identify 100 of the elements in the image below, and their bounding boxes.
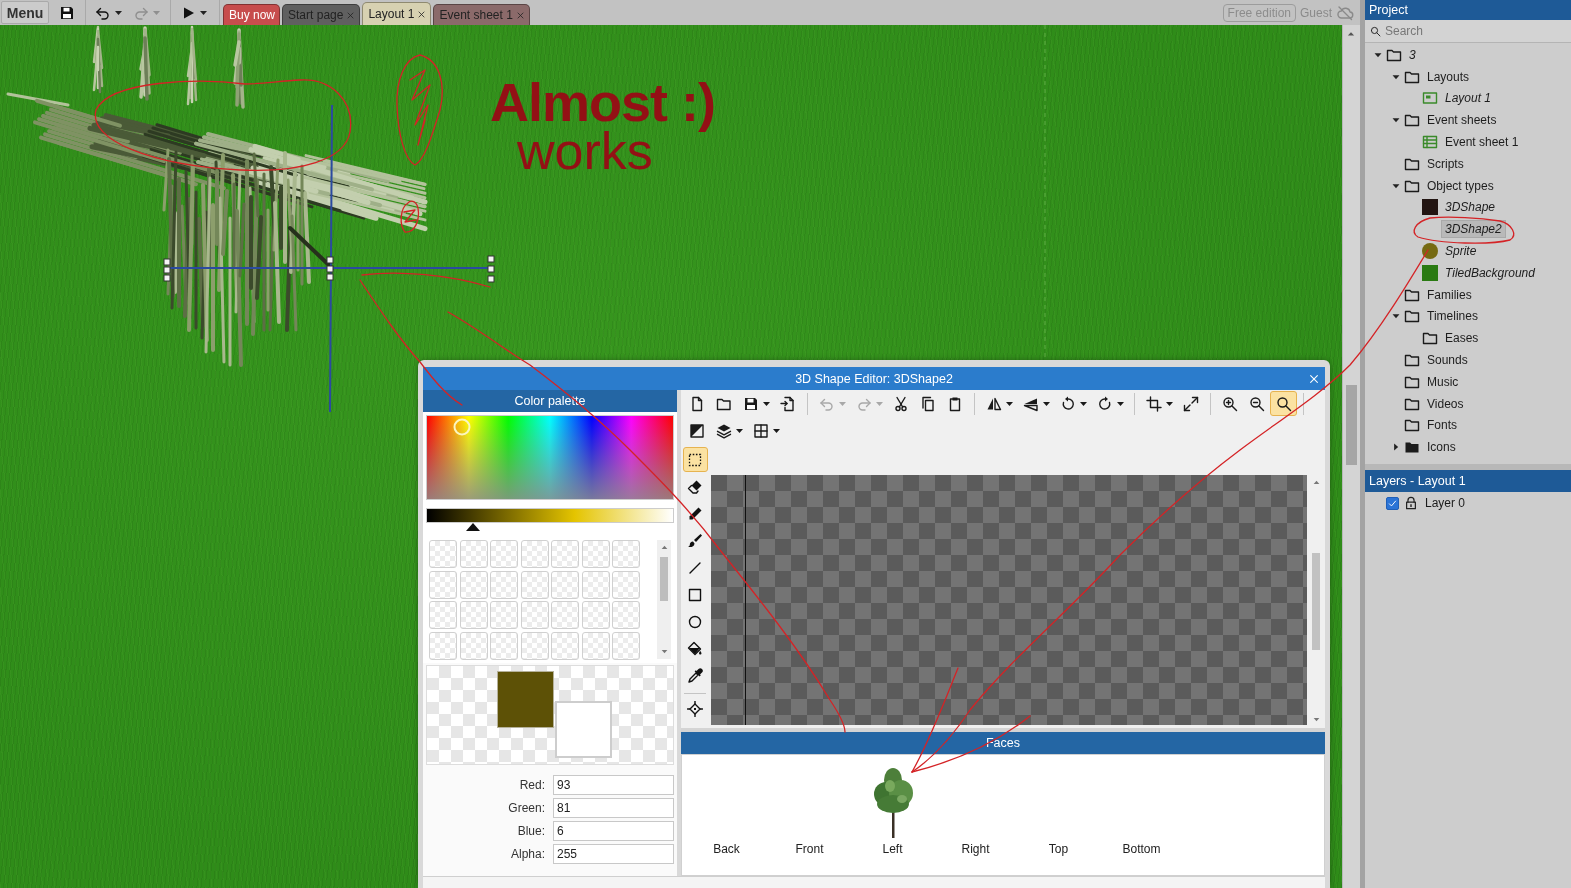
caret-icon[interactable] — [114, 10, 122, 15]
scrollbar-thumb[interactable] — [1346, 385, 1357, 465]
tree-item[interactable]: Fonts — [1423, 416, 1461, 435]
zoom-fit-button[interactable] — [1270, 391, 1297, 416]
tree-item[interactable]: Timelines — [1423, 307, 1482, 326]
color-swatch[interactable] — [490, 601, 518, 629]
scroll-up-arrow-icon[interactable] — [659, 543, 669, 552]
color-swatch[interactable] — [612, 601, 640, 629]
close-icon[interactable] — [515, 10, 525, 20]
color-swatch[interactable] — [581, 631, 610, 660]
tree-item[interactable]: Event sheet 1 — [1441, 133, 1523, 152]
color-swatch[interactable] — [459, 540, 488, 568]
color-swatch[interactable] — [551, 570, 579, 599]
tree-item[interactable]: Event sheets — [1423, 111, 1501, 130]
tab[interactable]: Layout 1 — [362, 2, 432, 25]
face-label[interactable]: Back — [713, 842, 740, 856]
color-swatch[interactable] — [490, 540, 518, 568]
scrollbar-thumb[interactable] — [1312, 553, 1320, 650]
tree-item[interactable]: Layout 1 — [1441, 89, 1496, 108]
tree-item[interactable]: Videos — [1423, 394, 1468, 413]
collapsed-arrow-icon[interactable] — [1391, 442, 1401, 453]
channel-input[interactable]: 255 — [553, 844, 674, 865]
color-swatch[interactable] — [612, 540, 640, 568]
tree-item[interactable]: Eases — [1441, 329, 1483, 348]
annotation-scribble — [400, 200, 420, 233]
color-swatch[interactable] — [581, 540, 610, 568]
pencil-icon — [687, 505, 703, 522]
color-swatch[interactable] — [581, 570, 610, 599]
caret-icon[interactable] — [199, 10, 207, 15]
visibility-checkbox[interactable] — [1386, 496, 1399, 510]
color-swatch[interactable] — [520, 631, 549, 660]
tree-item[interactable]: Music — [1423, 372, 1463, 391]
primary-color-swatch[interactable] — [497, 671, 554, 728]
color-swatch[interactable] — [520, 601, 549, 629]
tree-item[interactable]: 3DShape — [1441, 198, 1500, 217]
face-label[interactable]: Top — [1048, 842, 1069, 856]
face-label[interactable]: Right — [961, 842, 990, 856]
caret-icon — [773, 428, 780, 433]
magnifier-icon — [1275, 395, 1292, 412]
annotation-text: works — [517, 125, 653, 177]
search-bar[interactable]: Search — [1365, 20, 1571, 43]
color-swatch[interactable] — [520, 570, 549, 599]
field-label: Blue: — [516, 824, 546, 839]
paint-bucket-icon — [687, 640, 703, 657]
tree-item[interactable]: Sounds — [1423, 351, 1472, 370]
expand-arrows-icon — [1182, 395, 1199, 412]
tree-item[interactable]: Icons — [1423, 438, 1460, 457]
face-label[interactable]: Left — [882, 842, 903, 856]
color-swatch[interactable] — [459, 631, 488, 660]
secondary-color-swatch[interactable] — [555, 701, 612, 758]
channel-input[interactable]: 93 — [553, 774, 674, 795]
folder-icon — [1422, 330, 1438, 347]
color-swatch[interactable] — [459, 570, 488, 599]
tree-item[interactable]: Object types — [1423, 176, 1498, 195]
swatch-scrollbar[interactable] — [657, 540, 671, 659]
layer-name[interactable]: Layer 0 — [1425, 496, 1466, 510]
eraser-icon — [687, 478, 703, 495]
color-swatch[interactable] — [429, 540, 457, 568]
color-swatch[interactable] — [612, 631, 640, 660]
dotted-rectangle-icon — [687, 451, 703, 468]
channel-input[interactable]: 6 — [553, 821, 674, 842]
tree-item[interactable]: 3 — [1405, 45, 1420, 64]
tree-item[interactable]: Sprite — [1441, 242, 1481, 261]
tab[interactable]: Buy now — [223, 4, 281, 25]
padlock-icon[interactable] — [1404, 496, 1418, 510]
menu-button[interactable]: Menu — [1, 1, 49, 24]
scroll-down-arrow-icon[interactable] — [659, 647, 669, 656]
color-swatch[interactable] — [551, 631, 579, 660]
tree-item[interactable]: Families — [1423, 285, 1476, 304]
check-icon — [1387, 497, 1398, 509]
color-swatch[interactable] — [459, 601, 488, 629]
layers-icon — [716, 422, 732, 439]
face-label[interactable]: Bottom — [1122, 842, 1161, 856]
dialog-title: 3D Shape Editor: 3DShape2 — [795, 371, 953, 386]
color-swatch[interactable] — [520, 540, 549, 568]
tree-item[interactable]: TiledBackground — [1441, 263, 1539, 282]
tree-item[interactable]: Layouts — [1423, 67, 1474, 86]
tree-item[interactable]: 3DShape2 — [1441, 220, 1506, 239]
scroll-down-arrow-icon[interactable] — [1311, 715, 1321, 724]
color-swatch[interactable] — [581, 601, 610, 629]
scrollbar-thumb[interactable] — [660, 557, 668, 601]
color-swatch[interactable] — [429, 631, 457, 660]
vertical-scrollbar[interactable] — [1342, 25, 1360, 888]
color-spectrum-field[interactable] — [426, 415, 674, 500]
color-swatch[interactable] — [429, 601, 457, 629]
color-swatch[interactable] — [490, 631, 518, 660]
color-swatch[interactable] — [612, 570, 640, 599]
color-swatch[interactable] — [490, 570, 518, 599]
color-swatch[interactable] — [551, 601, 579, 629]
color-swatch[interactable] — [551, 540, 579, 568]
search-field[interactable]: Search — [1385, 22, 1555, 40]
brightness-slider[interactable] — [426, 508, 674, 531]
close-icon[interactable] — [417, 9, 427, 19]
caret-icon — [1006, 401, 1013, 406]
face-label[interactable]: Front — [795, 842, 824, 856]
tree-item[interactable]: Scripts — [1423, 154, 1468, 173]
scroll-up-arrow-icon[interactable] — [1311, 478, 1321, 487]
channel-input[interactable]: 81 — [553, 797, 674, 818]
selection-tool-button[interactable] — [682, 447, 708, 472]
color-swatch[interactable] — [429, 570, 457, 599]
